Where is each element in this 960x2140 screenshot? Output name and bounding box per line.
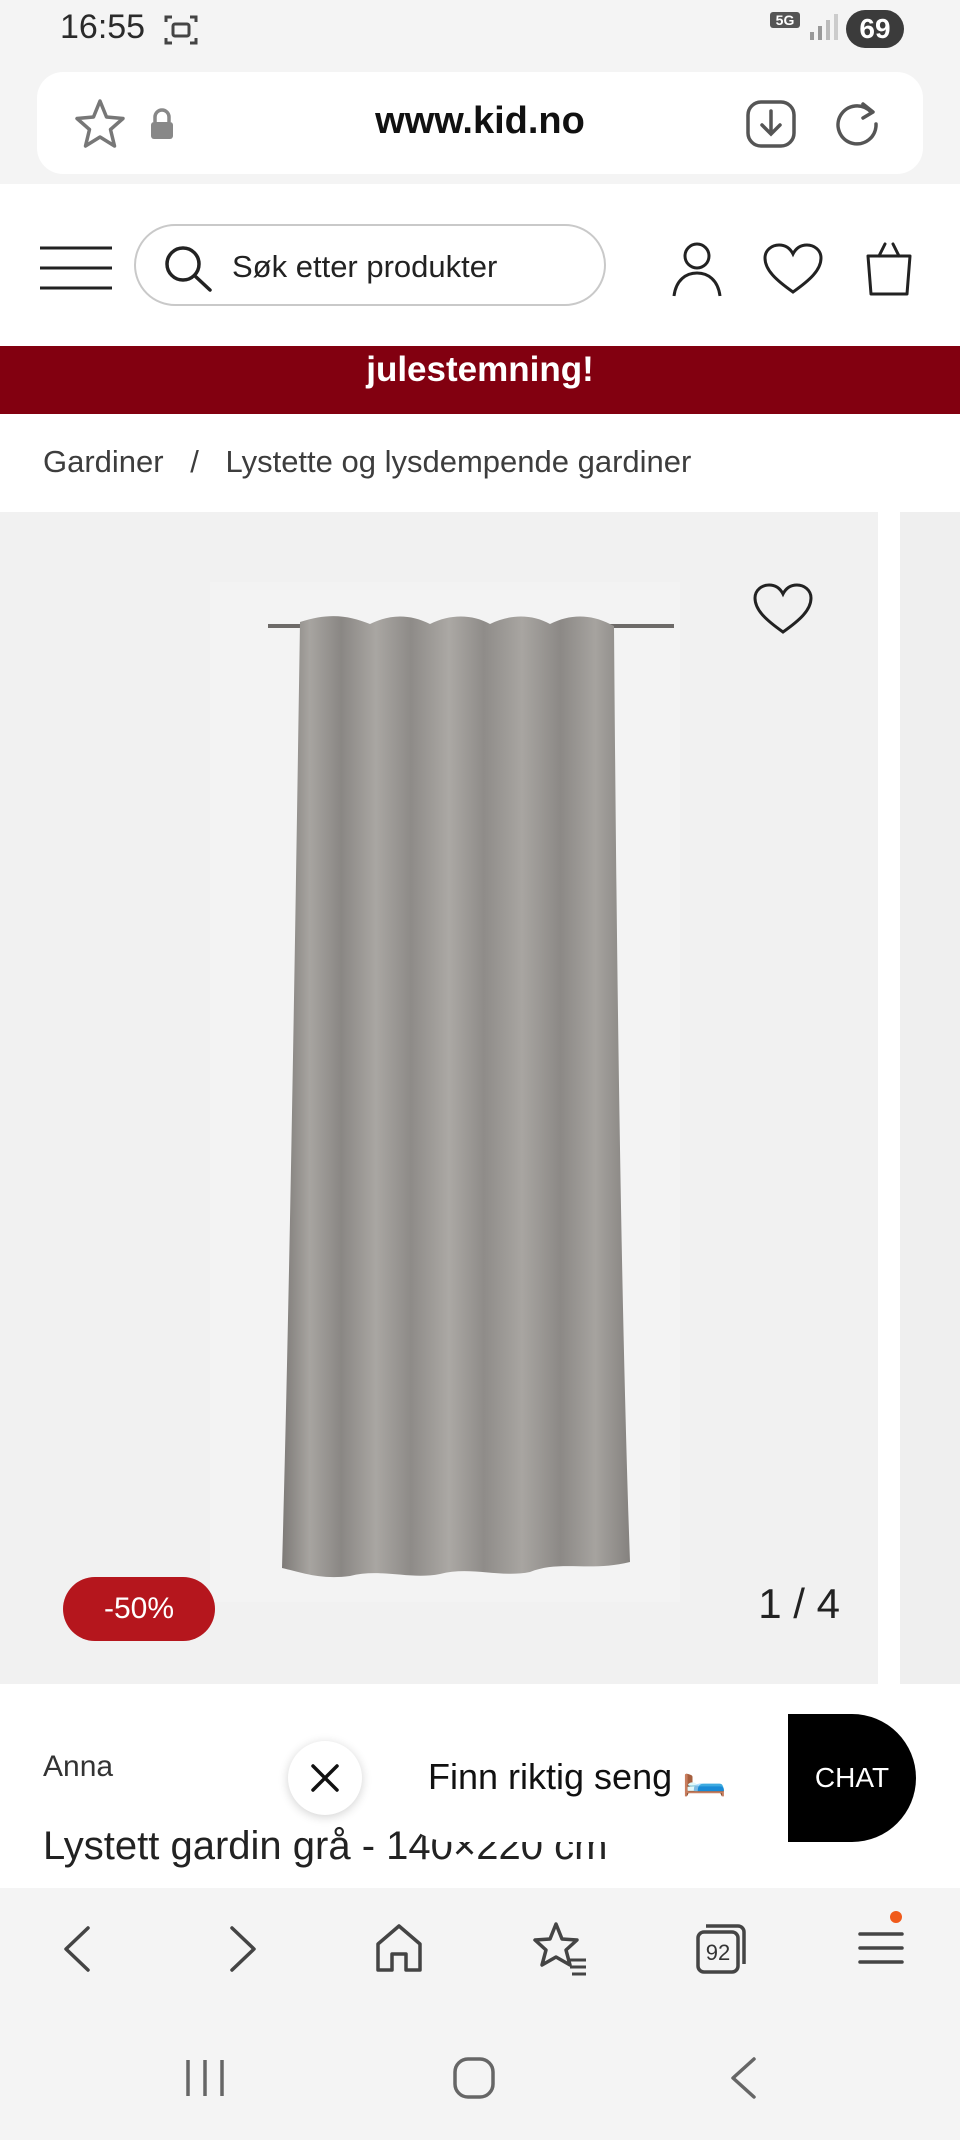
site-header: Søk etter produkter [0, 184, 960, 346]
close-chat-button[interactable] [288, 1741, 362, 1815]
product-image-curtain [210, 582, 680, 1602]
system-navigation-bar [0, 2010, 960, 2140]
account-icon[interactable] [670, 240, 724, 298]
favorite-heart-icon[interactable] [752, 582, 814, 636]
chat-button[interactable]: CHAT [788, 1714, 916, 1842]
tab-count: 92 [705, 1940, 731, 1965]
status-time: 16:55 [60, 8, 146, 46]
menu-icon[interactable] [38, 244, 114, 292]
bookmarks-icon[interactable] [532, 1920, 588, 1976]
breadcrumb-row: Gardiner / Lystette og lysdempende gardi… [43, 444, 709, 480]
status-bar: 16:55 5G 69 [0, 0, 960, 62]
battery-indicator: 69 [846, 10, 904, 48]
image-counter: 1 / 4 [758, 1580, 840, 1627]
gallery-slide[interactable] [0, 512, 878, 1684]
download-icon[interactable] [745, 99, 797, 149]
home-button-icon[interactable] [452, 2056, 496, 2100]
signal-icon [810, 14, 838, 40]
browser-toolbar: 92 [0, 1888, 960, 2010]
recent-apps-icon[interactable] [184, 2058, 226, 2098]
breadcrumb-item-lystette[interactable]: Lystette og lysdempende gardiner [225, 444, 691, 479]
reload-icon[interactable] [831, 98, 883, 150]
tabs-button[interactable]: 92 [694, 1922, 748, 1976]
chat-prompt-text: Finn riktig seng 🛏️ [428, 1756, 727, 1797]
forward-arrow-icon[interactable] [226, 1924, 260, 1974]
url-bar[interactable]: www.kid.no [37, 72, 923, 174]
wishlist-heart-icon[interactable] [762, 242, 824, 296]
breadcrumb: Gardiner / Lystette og lysdempende gardi… [0, 414, 960, 512]
search-placeholder: Søk etter produkter [232, 249, 498, 284]
network-5g-icon: 5G [770, 12, 800, 42]
promo-text: julestemning! [366, 350, 594, 389]
screenshot-icon [164, 15, 198, 45]
cart-bag-icon[interactable] [864, 240, 914, 298]
promo-banner[interactable]: julestemning! [0, 346, 960, 414]
browser-menu-icon[interactable] [856, 1910, 906, 1976]
back-arrow-icon[interactable] [60, 1924, 94, 1974]
discount-badge: -50% [63, 1577, 215, 1641]
breadcrumb-item-gardiner[interactable]: Gardiner [43, 444, 164, 479]
breadcrumb-separator: / [190, 444, 199, 479]
search-input[interactable]: Søk etter produkter [134, 224, 606, 306]
product-brand[interactable]: Anna [43, 1750, 113, 1784]
gallery-next-slide-peek[interactable] [900, 512, 960, 1684]
product-gallery[interactable]: -50% 1 / 4 [0, 512, 960, 1684]
chat-prompt-bubble[interactable]: Finn riktig seng 🛏️ [388, 1714, 808, 1842]
system-back-icon[interactable] [728, 2056, 758, 2100]
close-icon [311, 1764, 339, 1792]
search-icon [165, 246, 212, 292]
home-icon[interactable] [374, 1922, 424, 1974]
